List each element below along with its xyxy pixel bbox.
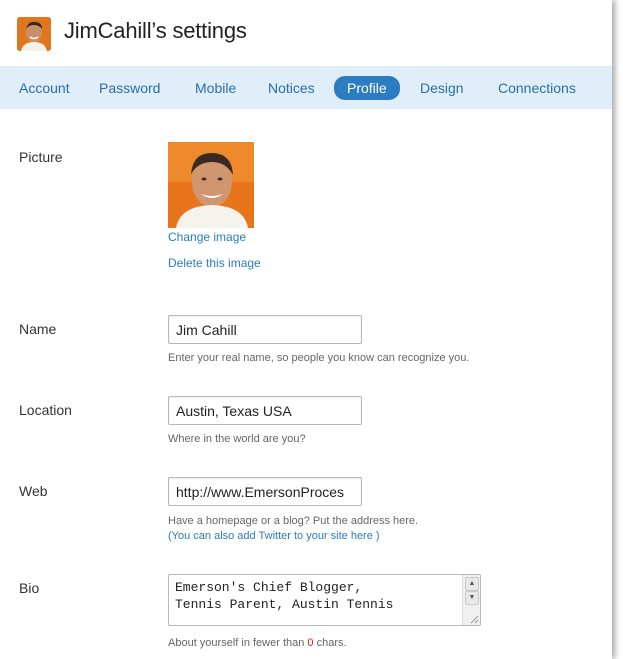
scroll-up-arrow-icon[interactable]: ▲ (465, 577, 479, 591)
profile-portrait-icon (168, 142, 254, 228)
web-input[interactable] (168, 477, 362, 506)
name-hint: Enter your real name, so people you know… (168, 352, 470, 364)
name-label: Name (19, 321, 57, 337)
settings-window: JimCahill’s settings Account Password Mo… (0, 0, 612, 659)
picture-label: Picture (19, 149, 63, 165)
page-title: JimCahill’s settings (64, 18, 247, 43)
bio-textarea[interactable]: Emerson's Chief Blogger, Tennis Parent, … (168, 574, 481, 626)
tab-mobile[interactable]: Mobile (195, 77, 236, 99)
tab-password[interactable]: Password (99, 77, 160, 99)
location-input[interactable] (168, 396, 362, 425)
page-header: JimCahill’s settings (0, 0, 612, 66)
web-hint: Have a homepage or a blog? Put the addre… (168, 515, 419, 527)
bio-hint-suffix: chars. (316, 637, 347, 649)
tab-design[interactable]: Design (420, 77, 464, 99)
bio-hint: About yourself in fewer than 0 chars. (168, 637, 347, 649)
bio-text[interactable]: Emerson's Chief Blogger, Tennis Parent, … (175, 579, 457, 613)
add-twitter-link[interactable]: (You can also add Twitter to your site h… (168, 530, 380, 542)
web-label: Web (19, 483, 48, 499)
name-input[interactable] (168, 315, 362, 344)
tab-profile[interactable]: Profile (334, 76, 400, 100)
scroll-down-arrow-icon[interactable]: ▼ (465, 591, 479, 605)
bio-char-count: 0 (307, 637, 314, 649)
location-label: Location (19, 402, 72, 418)
bio-hint-prefix: About yourself in fewer than (168, 637, 305, 649)
tab-account[interactable]: Account (19, 77, 70, 99)
avatar-portrait-icon (17, 17, 51, 51)
profile-picture (168, 142, 254, 228)
resize-grip-icon[interactable] (470, 615, 479, 624)
bio-label: Bio (19, 580, 40, 596)
location-hint: Where in the world are you? (168, 433, 306, 445)
user-avatar[interactable] (17, 17, 51, 51)
tab-notices[interactable]: Notices (268, 77, 315, 99)
delete-image-link[interactable]: Delete this image (168, 256, 261, 270)
settings-tabs: Account Password Mobile Notices Profile … (0, 66, 612, 109)
change-image-link[interactable]: Change image (168, 230, 246, 244)
tab-connections[interactable]: Connections (498, 77, 576, 99)
